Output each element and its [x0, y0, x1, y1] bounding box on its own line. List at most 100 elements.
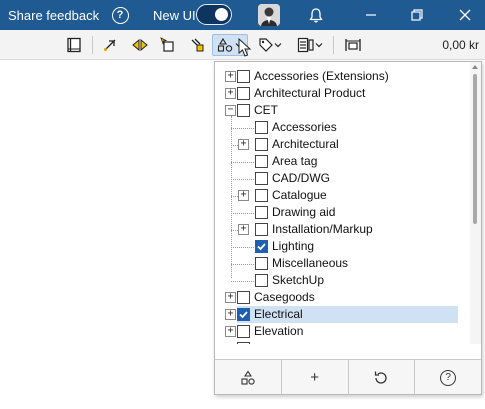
tree-checkbox[interactable] [255, 240, 268, 253]
tree-checkbox[interactable] [255, 155, 268, 168]
tree-label: Architectural Product [254, 86, 366, 100]
catalog-button[interactable] [63, 34, 85, 56]
tree-checkbox[interactable] [237, 291, 250, 304]
tree-checkbox[interactable] [237, 70, 250, 83]
symbols-button[interactable] [215, 360, 282, 395]
tree-checkbox[interactable] [237, 325, 250, 338]
chevron-down-icon [274, 43, 282, 48]
tree-row[interactable]: + Catalogue [215, 187, 471, 204]
user-avatar-icon [258, 4, 280, 26]
flip-button[interactable] [129, 34, 151, 56]
tree-label: Electrical [254, 307, 303, 321]
expand-icon[interactable]: + [225, 88, 236, 99]
tree-checkbox[interactable] [237, 104, 250, 117]
tree-connector [231, 116, 232, 278]
expand-icon[interactable]: + [225, 71, 236, 82]
tree-label: CET [254, 103, 278, 117]
tree-row[interactable]: + Architectural Product [215, 85, 471, 102]
vertical-scrollbar[interactable] [470, 62, 481, 344]
tree-checkbox[interactable] [255, 121, 268, 134]
tree-checkbox[interactable] [237, 87, 250, 100]
expand-icon[interactable]: + [238, 139, 249, 150]
toolbar-separator [92, 36, 93, 54]
ruler-icon [345, 39, 361, 51]
scroll-thumb[interactable] [473, 74, 477, 224]
tree-checkbox[interactable] [255, 138, 268, 151]
tree-connector [231, 179, 254, 180]
checkmark-icon [239, 311, 248, 319]
expand-icon[interactable]: + [238, 224, 249, 235]
avatar[interactable] [258, 4, 280, 26]
tree-label: Accessories [272, 120, 337, 134]
help-button[interactable]: ? [110, 0, 130, 30]
bell-icon [309, 7, 323, 22]
tree-checkbox[interactable] [255, 274, 268, 287]
tree-row[interactable]: SketchUp [215, 272, 471, 289]
panel-footer: + ? [215, 359, 481, 395]
tree-connector [231, 145, 238, 146]
symbols-icon [241, 370, 255, 385]
notifications-button[interactable] [306, 0, 326, 30]
tree-connector [231, 230, 238, 231]
tree-checkbox[interactable] [255, 189, 268, 202]
add-button[interactable]: + [282, 360, 349, 395]
layers-button[interactable] [293, 34, 327, 56]
panel-help-button[interactable]: ? [415, 360, 481, 395]
tree-row[interactable]: Accessories [215, 119, 471, 136]
catalog-book-icon [67, 37, 81, 53]
tree-label: Lighting [272, 239, 315, 253]
expand-icon[interactable]: + [225, 309, 236, 320]
paint-button[interactable] [186, 34, 208, 56]
tag-button[interactable] [254, 34, 286, 56]
tree-row[interactable]: + Architectural [215, 136, 471, 153]
tree-row[interactable]: + Elevation [215, 323, 471, 340]
category-tree: + Accessories (Extensions) + Architectural … [215, 62, 471, 344]
share-feedback-link[interactable]: Share feedback [8, 0, 99, 30]
ruler-button[interactable] [342, 34, 364, 56]
plus-icon: + [310, 369, 319, 386]
select-box-icon [160, 37, 174, 52]
flip-icon [132, 38, 148, 52]
expand-icon[interactable]: + [238, 190, 249, 201]
help-icon: ? [111, 6, 129, 24]
measure-button[interactable] [99, 34, 121, 56]
tree-connector [231, 247, 254, 248]
tree-row[interactable]: Miscellaneous [215, 255, 471, 272]
close-button[interactable] [454, 0, 476, 30]
restore-button[interactable] [406, 0, 428, 30]
tree-row[interactable]: − CET [215, 102, 471, 119]
help-icon: ? [440, 369, 457, 386]
tree-checkbox[interactable] [255, 257, 268, 270]
scroll-up-icon[interactable] [472, 65, 478, 69]
select-box-button[interactable] [157, 34, 179, 56]
tree-label: Miscellaneous [272, 256, 349, 270]
paint-icon [191, 38, 204, 52]
tree-label: Drawing aid [272, 205, 336, 219]
tree-label: Area tag [272, 154, 318, 168]
tree-connector [231, 264, 254, 265]
reset-button[interactable] [349, 360, 416, 395]
tree-row[interactable]: + Casegoods [215, 289, 471, 306]
new-ui-toggle[interactable] [196, 4, 232, 25]
tree-checkbox[interactable] [255, 223, 268, 236]
tree-row[interactable]: + Accessories (Extensions) [215, 68, 471, 85]
expand-icon[interactable]: + [225, 292, 236, 303]
tree-row[interactable]: + Installation/Markup [215, 221, 471, 238]
tree-row[interactable]: Lighting [215, 238, 471, 255]
tree-checkbox[interactable] [255, 206, 268, 219]
tree-label: SketchUp [272, 273, 325, 287]
expand-icon[interactable]: + [225, 326, 236, 337]
refresh-icon [375, 371, 388, 384]
tree-row[interactable]: + Electrical [215, 306, 471, 323]
symbol-filter-icon [217, 37, 233, 52]
minimize-button[interactable] [360, 0, 382, 30]
tree-label: CAD/DWG [272, 171, 330, 185]
tree-checkbox[interactable] [255, 172, 268, 185]
tree-row[interactable]: Area tag [215, 153, 471, 170]
tree-checkbox[interactable] [237, 308, 250, 321]
tree-row[interactable]: CAD/DWG [215, 170, 471, 187]
collapse-icon[interactable]: − [225, 105, 236, 116]
price-total: 0,00 kr [442, 38, 479, 52]
tree-row[interactable]: Drawing aid [215, 204, 471, 221]
symbol-filter-panel: + Accessories (Extensions) + Architectural … [214, 61, 482, 395]
